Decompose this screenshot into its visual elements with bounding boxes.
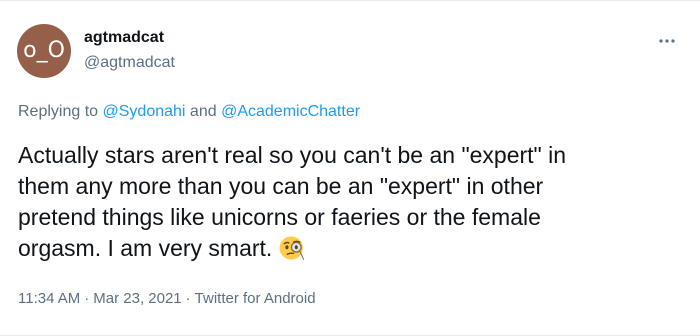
replying-to: Replying to @Sydonahi and @AcademicChatt…	[18, 102, 360, 122]
display-name[interactable]: agtmadcat	[84, 28, 164, 48]
tweet-text: Actually stars aren't real so you can't …	[18, 140, 683, 264]
avatar-text: o_O	[23, 37, 65, 63]
user-handle[interactable]: @agtmadcat	[84, 53, 175, 73]
tweet-time[interactable]: 11:34 AM	[18, 290, 80, 307]
avatar[interactable]: o_O	[17, 24, 71, 78]
mention-link-1[interactable]: @Sydonahi	[103, 103, 186, 120]
tweet-source[interactable]: Twitter for Android	[195, 290, 316, 307]
tweet-date[interactable]: Mar 23, 2021	[93, 290, 181, 307]
more-button[interactable]	[654, 28, 680, 54]
tweet-meta: 11:34 AM · Mar 23, 2021 · Twitter for Androi…	[18, 289, 316, 309]
more-horizontal-icon	[659, 39, 675, 43]
meta-separator: ·	[84, 290, 90, 307]
replying-to-conj: and	[189, 103, 217, 120]
tweet-text-line: Actually stars aren't real so you can't …	[18, 142, 567, 168]
meta-separator: ·	[185, 290, 191, 307]
mention-link-2[interactable]: @AcademicChatter	[221, 103, 360, 120]
tweet-text-last-line: orgasm. I am very smart.	[18, 233, 683, 264]
tweet-text-line: orgasm. I am very smart.	[18, 235, 273, 261]
tweet-text-line: them any more than you can be an "expert…	[18, 173, 544, 199]
tweet-card: o_O agtmadcat @agtmadcat Replying to @Sy…	[0, 0, 700, 336]
replying-to-label: Replying to	[18, 103, 99, 120]
face-with-monocle-icon	[279, 236, 305, 260]
tweet-text-line: pretend things like unicorns or faeries …	[18, 204, 541, 230]
